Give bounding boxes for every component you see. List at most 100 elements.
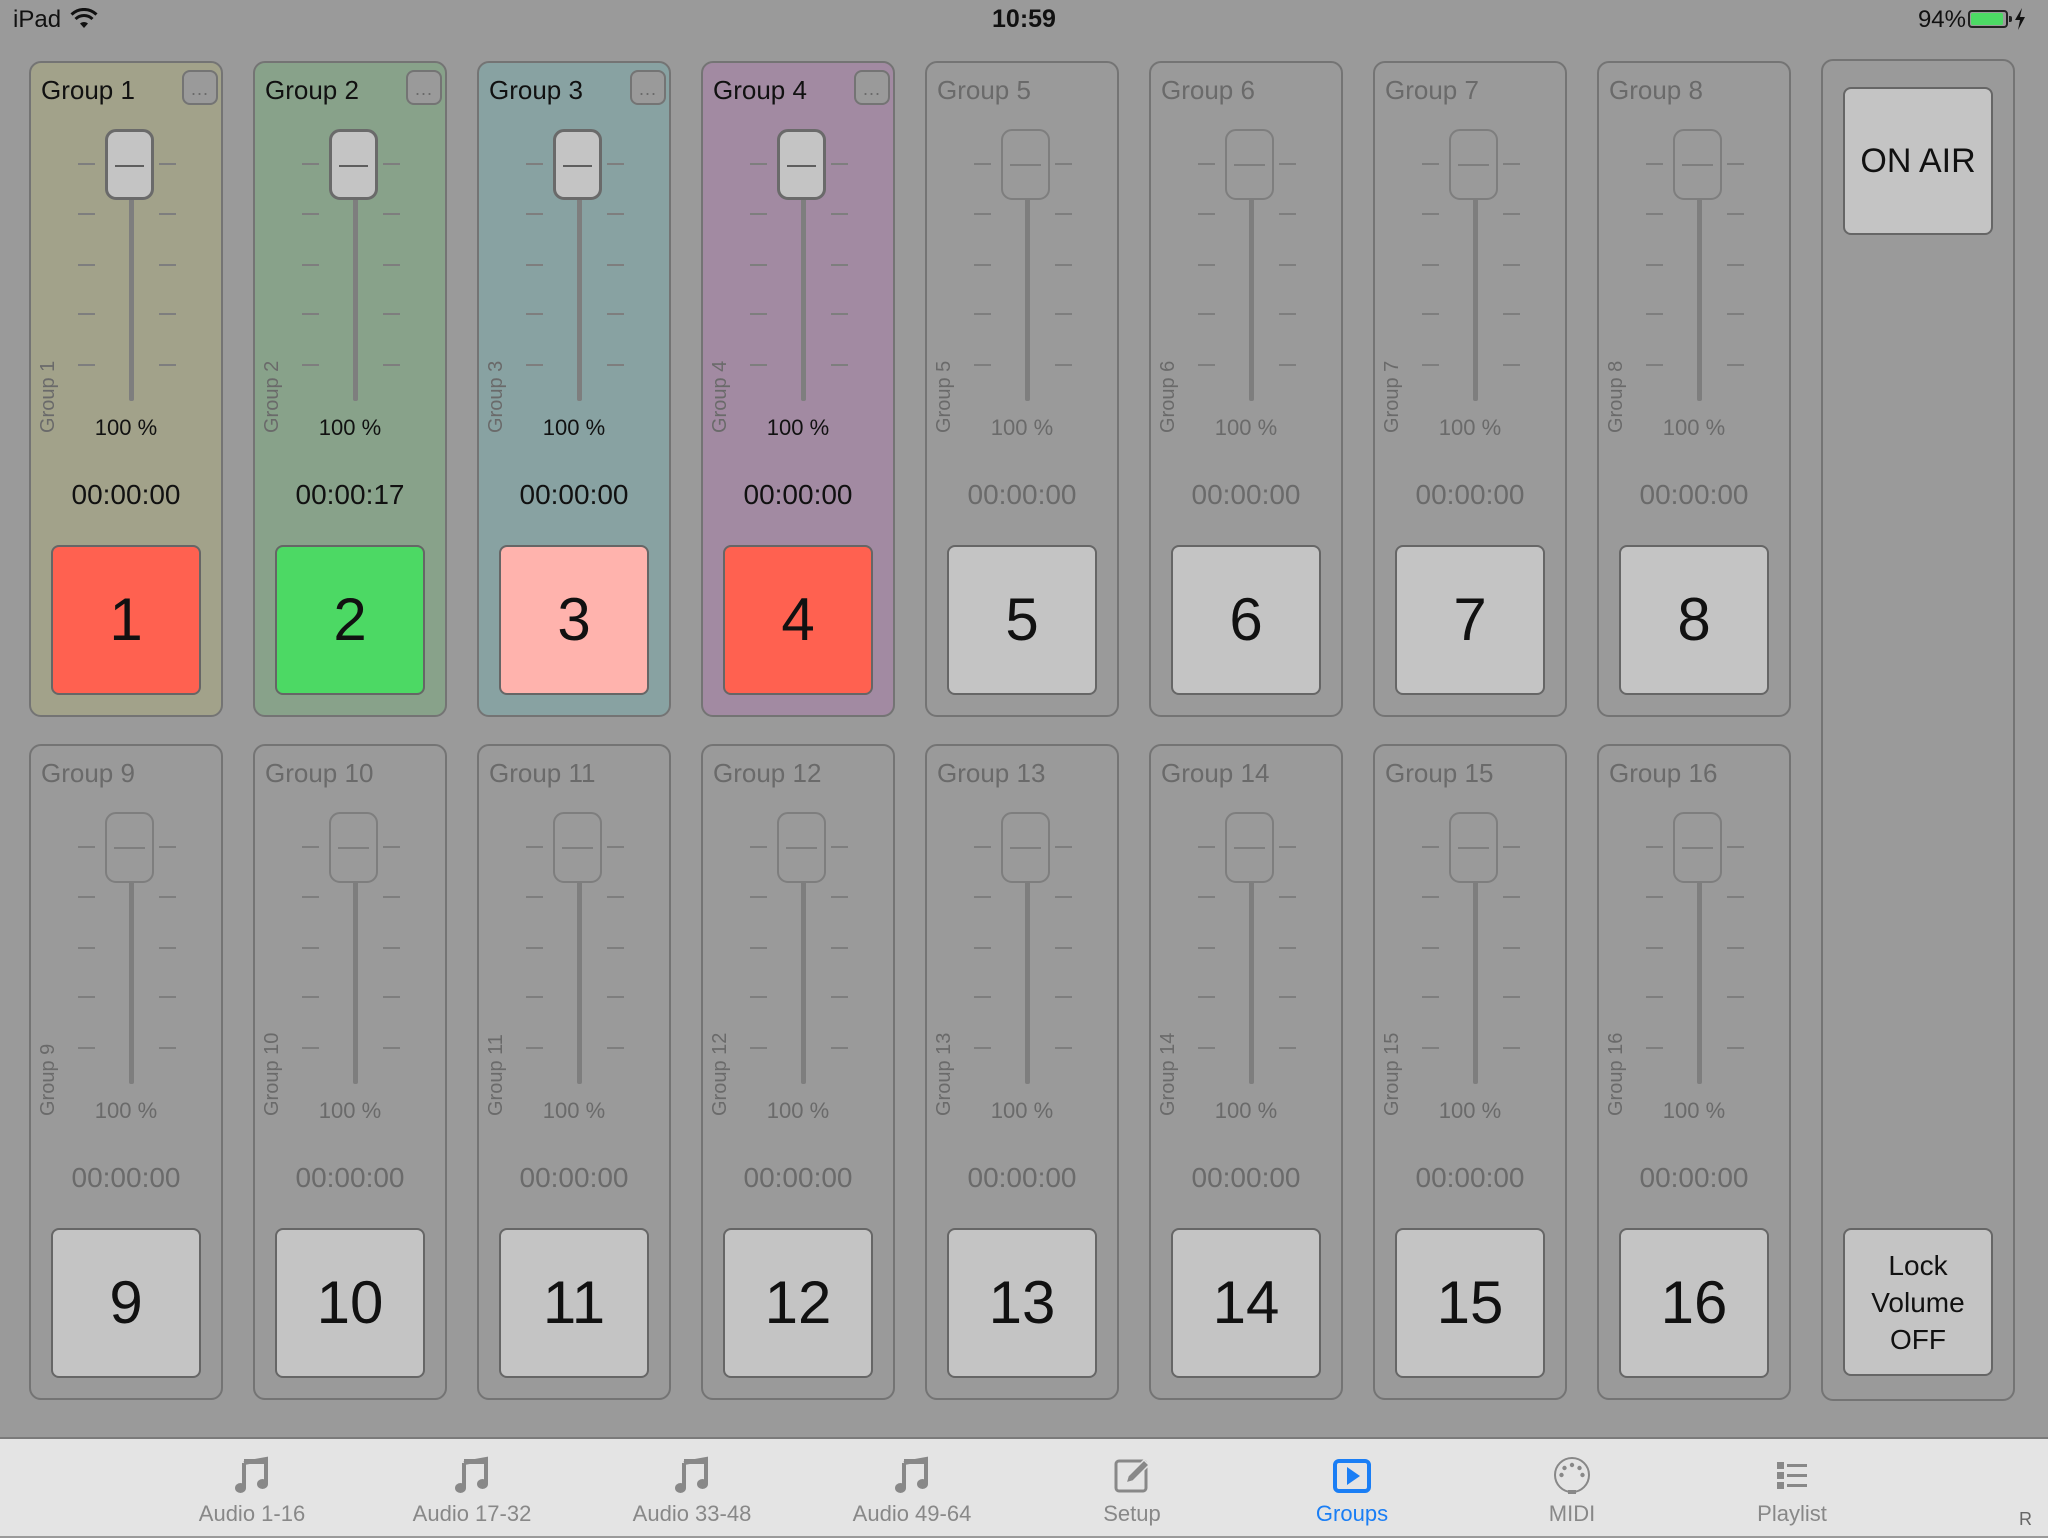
fader-tick — [159, 1047, 176, 1049]
clock: 10:59 — [992, 5, 1056, 33]
fader-thumb[interactable] — [1001, 812, 1050, 883]
tab-audio-17-32[interactable]: Audio 17-32 — [372, 1439, 572, 1538]
fader-thumb[interactable] — [1673, 812, 1722, 883]
group-panel-8: Group 8 Group 8 100 % 00:00:00 8 — [1597, 61, 1791, 717]
fader-tick — [1055, 364, 1072, 366]
group-play-button[interactable]: 2 — [275, 545, 425, 695]
fader-tick — [974, 846, 991, 848]
fader-tick — [1646, 947, 1663, 949]
fader-tick — [1279, 163, 1296, 165]
fader-tick — [383, 947, 400, 949]
fader-tick — [1503, 896, 1520, 898]
group-play-button[interactable]: 4 — [723, 545, 873, 695]
group-play-button[interactable]: 10 — [275, 1228, 425, 1378]
group-menu-button[interactable]: ... — [854, 70, 890, 105]
tab-playlist[interactable]: Playlist — [1692, 1439, 1892, 1538]
fader-tick — [1727, 364, 1744, 366]
fader-thumb[interactable] — [105, 812, 154, 883]
fader-tick — [1503, 313, 1520, 315]
fader-thumb[interactable] — [553, 812, 602, 883]
group-panel-6: Group 6 Group 6 100 % 00:00:00 6 — [1149, 61, 1343, 717]
tab-groups[interactable]: Groups — [1252, 1439, 1452, 1538]
group-play-button[interactable]: 6 — [1171, 545, 1321, 695]
group-menu-button[interactable]: ... — [630, 70, 666, 105]
group-timer: 00:00:17 — [295, 479, 405, 510]
group-title: Group 13 — [937, 758, 1046, 788]
group-menu-button[interactable]: ... — [406, 70, 442, 105]
fader-thumb[interactable] — [329, 812, 378, 883]
group-play-button[interactable]: 1 — [51, 545, 201, 695]
fader-tick — [159, 313, 176, 315]
group-timer: 00:00:00 — [743, 1162, 853, 1193]
fader-tick — [383, 213, 400, 215]
fader-thumb[interactable] — [777, 812, 826, 883]
fader-thumb[interactable] — [1225, 812, 1274, 883]
fader-tick — [974, 996, 991, 998]
fader-thumb[interactable] — [1225, 129, 1274, 200]
tab-audio-49-64[interactable]: Audio 49-64 — [812, 1439, 1012, 1538]
midi-icon — [1552, 1455, 1592, 1495]
lock-volume-button[interactable]: Lock Volume OFF — [1843, 1228, 1993, 1376]
group-play-button[interactable]: 11 — [499, 1228, 649, 1378]
fader-tick — [1503, 1047, 1520, 1049]
group-play-button[interactable]: 15 — [1395, 1228, 1545, 1378]
fader-tick — [831, 846, 848, 848]
fader-thumb[interactable] — [553, 129, 602, 200]
tab-setup[interactable]: Setup — [1032, 1439, 1232, 1538]
corner-indicator: R — [2019, 1509, 2032, 1529]
fader-thumb[interactable] — [329, 129, 378, 200]
fader-tick — [1727, 996, 1744, 998]
fader-tick — [831, 996, 848, 998]
fader-tick — [974, 896, 991, 898]
group-play-button[interactable]: 13 — [947, 1228, 1097, 1378]
tab-audio-33-48[interactable]: Audio 33-48 — [592, 1439, 792, 1538]
fader-tick — [1727, 163, 1744, 165]
tab-midi[interactable]: MIDI — [1472, 1439, 1672, 1538]
fader-thumb[interactable] — [1449, 129, 1498, 200]
group-play-button[interactable]: 16 — [1619, 1228, 1769, 1378]
fader-tick — [1727, 213, 1744, 215]
fader-thumb[interactable] — [1001, 129, 1050, 200]
volume-percent: 100 % — [318, 415, 382, 440]
group-play-button[interactable]: 7 — [1395, 545, 1545, 695]
fader-tick — [159, 213, 176, 215]
fader-tick — [1198, 896, 1215, 898]
group-play-button[interactable]: 8 — [1619, 545, 1769, 695]
volume-percent: 100 % — [766, 415, 830, 440]
fader-thumb[interactable] — [1673, 129, 1722, 200]
fader-tick — [974, 364, 991, 366]
fader-tick — [1646, 264, 1663, 266]
group-play-button[interactable]: 14 — [1171, 1228, 1321, 1378]
fader-tick — [159, 947, 176, 949]
thumb-grip-line — [786, 847, 817, 849]
status-bar: iPad 10:59 94% — [0, 0, 2048, 40]
group-menu-button[interactable]: ... — [182, 70, 218, 105]
fader-thumb[interactable] — [105, 129, 154, 200]
group-title: Group 16 — [1609, 758, 1718, 788]
fader-tick — [302, 947, 319, 949]
group-play-button[interactable]: 12 — [723, 1228, 873, 1378]
fader-tick — [1055, 313, 1072, 315]
fader-tick — [607, 163, 624, 165]
fader-thumb[interactable] — [1449, 812, 1498, 883]
thumb-grip-line — [1010, 164, 1041, 166]
group-panel-16: Group 16 Group 16 100 % 00:00:00 16 — [1597, 744, 1791, 1400]
fader-tick — [831, 213, 848, 215]
group-play-button[interactable]: 5 — [947, 545, 1097, 695]
fader-tick — [1646, 896, 1663, 898]
group-title: Group 3 — [489, 75, 583, 105]
fader-tick — [750, 264, 767, 266]
group-play-button[interactable]: 9 — [51, 1228, 201, 1378]
group-title: Group 7 — [1385, 75, 1479, 105]
tab-label: Playlist — [1757, 1501, 1827, 1526]
tab-label: Audio 17-32 — [412, 1501, 532, 1526]
fader-thumb[interactable] — [777, 129, 826, 200]
tab-audio-1-16[interactable]: Audio 1-16 — [152, 1439, 352, 1538]
battery-nub — [2009, 16, 2012, 22]
fader-tick — [607, 896, 624, 898]
fader-tick — [607, 846, 624, 848]
group-timer: 00:00:00 — [1415, 479, 1525, 510]
on-air-button[interactable]: ON AIR — [1843, 87, 1993, 235]
volume-percent: 100 % — [542, 415, 606, 440]
group-play-button[interactable]: 3 — [499, 545, 649, 695]
